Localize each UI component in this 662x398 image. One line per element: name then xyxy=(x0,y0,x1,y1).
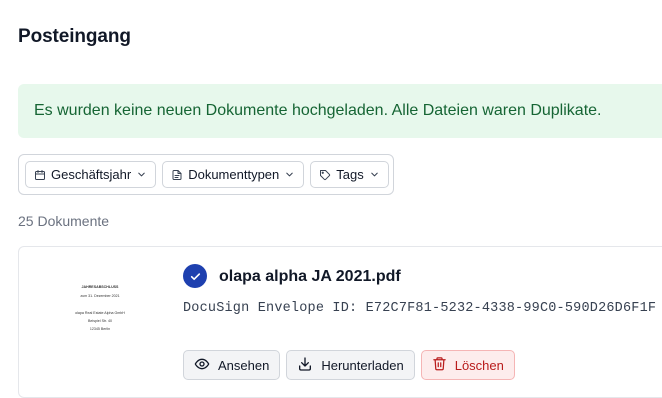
trash-icon xyxy=(432,356,447,374)
document-filename: olapa alpha JA 2021.pdf xyxy=(219,268,401,285)
tags-filter-button[interactable]: Tags xyxy=(310,161,389,188)
fiscal-year-filter-label: Geschäftsjahr xyxy=(51,167,132,182)
calendar-icon xyxy=(34,169,46,181)
thumbnail-line: zum 31. Dezember 2021 xyxy=(80,294,120,298)
tags-filter-label: Tags xyxy=(336,167,364,182)
thumbnail-line: 12345 Berlin xyxy=(89,327,111,331)
view-button[interactable]: Ansehen xyxy=(183,350,281,380)
page-title: Posteingang xyxy=(18,26,131,47)
verified-check-icon xyxy=(183,264,207,288)
chevron-down-icon xyxy=(369,169,380,180)
document-actions: Ansehen Herunterladen Löschen xyxy=(183,350,515,380)
tag-icon xyxy=(319,169,331,181)
view-button-label: Ansehen xyxy=(218,357,270,373)
download-icon xyxy=(297,356,313,375)
filter-bar: Geschäftsjahr Dokumenttypen Tags xyxy=(18,154,394,195)
envelope-id: DocuSign Envelope ID: E72C7F81-5232-4338… xyxy=(183,301,657,316)
file-icon xyxy=(171,169,183,181)
download-button[interactable]: Herunterladen xyxy=(286,350,415,380)
alert-message: Es wurden keine neuen Dokumente hochgela… xyxy=(34,102,602,119)
document-types-filter-label: Dokumenttypen xyxy=(188,167,280,182)
download-button-label: Herunterladen xyxy=(321,357,404,373)
delete-button[interactable]: Löschen xyxy=(420,350,515,380)
document-thumbnail[interactable]: JAHRESABSCHLUSS zum 31. Dezember 2021 ol… xyxy=(41,261,159,381)
thumbnail-line: JAHRESABSCHLUSS xyxy=(81,285,119,289)
chevron-down-icon xyxy=(136,169,147,180)
thumbnail-line: olapa Real Estate Alpha GmbH xyxy=(75,311,125,315)
delete-button-label: Löschen xyxy=(454,357,504,373)
thumbnail-line: Beispiel Str. 40 xyxy=(88,319,112,323)
document-types-filter-button[interactable]: Dokumenttypen xyxy=(162,161,305,188)
document-card: JAHRESABSCHLUSS zum 31. Dezember 2021 ol… xyxy=(18,246,662,398)
document-count: 25 Dokumente xyxy=(18,213,110,229)
chevron-down-icon xyxy=(284,169,295,180)
fiscal-year-filter-button[interactable]: Geschäftsjahr xyxy=(25,161,157,188)
eye-icon xyxy=(194,356,210,375)
info-alert: Es wurden keine neuen Dokumente hochgela… xyxy=(18,84,662,138)
